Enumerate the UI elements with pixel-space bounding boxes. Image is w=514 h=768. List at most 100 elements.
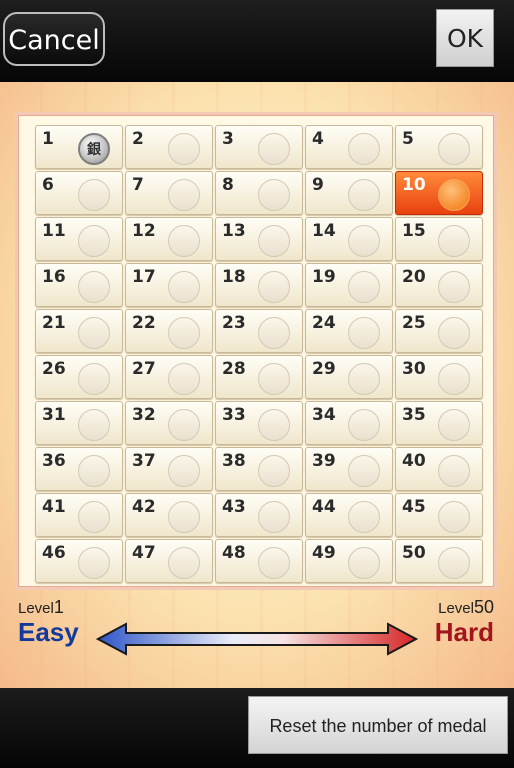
medal-slot-icon [168, 225, 200, 257]
cancel-button[interactable]: Cancel [3, 12, 105, 66]
level-button-17[interactable]: 17 [125, 263, 213, 307]
level-number: 32 [132, 405, 156, 425]
level-button-11[interactable]: 11 [35, 217, 123, 261]
level-button-15[interactable]: 15 [395, 217, 483, 261]
level-button-27[interactable]: 27 [125, 355, 213, 399]
level-number: 45 [402, 497, 426, 517]
level-button-43[interactable]: 43 [215, 493, 303, 537]
medal-slot-icon [438, 133, 470, 165]
medal-slot-icon [258, 547, 290, 579]
level-board: 1 銀 2 3 4 5 6 7 8 9 10 11 12 13 14 15 16 17 18 19 20 21 22 23 24… [15, 112, 497, 590]
medal-slot-icon [348, 317, 380, 349]
level-number: 29 [312, 359, 336, 379]
level-button-36[interactable]: 36 [35, 447, 123, 491]
medal-slot-icon [348, 455, 380, 487]
level-button-12[interactable]: 12 [125, 217, 213, 261]
medal-slot-icon [168, 363, 200, 395]
level-number: 42 [132, 497, 156, 517]
medal-slot-icon [78, 363, 110, 395]
hard-legend: Level50 Hard [435, 598, 494, 646]
level-button-24[interactable]: 24 [305, 309, 393, 353]
hard-label: Hard [434, 617, 494, 647]
level-number: 22 [132, 313, 156, 333]
level-button-46[interactable]: 46 [35, 539, 123, 583]
level-button-38[interactable]: 38 [215, 447, 303, 491]
level-button-39[interactable]: 39 [305, 447, 393, 491]
level-button-30[interactable]: 30 [395, 355, 483, 399]
bottom-bar: Reset the number of medal [0, 688, 514, 768]
reset-medals-button[interactable]: Reset the number of medal [248, 696, 508, 754]
level-button-20[interactable]: 20 [395, 263, 483, 307]
level-button-37[interactable]: 37 [125, 447, 213, 491]
level-button-32[interactable]: 32 [125, 401, 213, 445]
level-min-label: Level [18, 600, 54, 617]
level-select-panel: 1 銀 2 3 4 5 6 7 8 9 10 11 12 13 14 15 16 17 18 19 20 21 22 23 24… [0, 82, 514, 688]
level-button-28[interactable]: 28 [215, 355, 303, 399]
level-button-40[interactable]: 40 [395, 447, 483, 491]
medal-slot-icon [348, 271, 380, 303]
level-button-7[interactable]: 7 [125, 171, 213, 215]
level-button-31[interactable]: 31 [35, 401, 123, 445]
medal-slot-icon [438, 547, 470, 579]
level-button-49[interactable]: 49 [305, 539, 393, 583]
medal-slot-icon [168, 501, 200, 533]
medal-slot-icon [258, 317, 290, 349]
medal-slot-icon [258, 133, 290, 165]
level-button-33[interactable]: 33 [215, 401, 303, 445]
level-button-9[interactable]: 9 [305, 171, 393, 215]
level-button-26[interactable]: 26 [35, 355, 123, 399]
level-button-34[interactable]: 34 [305, 401, 393, 445]
level-number: 44 [312, 497, 336, 517]
easy-label: Easy [18, 617, 79, 647]
medal-slot-icon [168, 455, 200, 487]
level-button-50[interactable]: 50 [395, 539, 483, 583]
level-number: 4 [312, 129, 324, 149]
medal-slot-icon [438, 179, 470, 211]
level-button-47[interactable]: 47 [125, 539, 213, 583]
level-number: 17 [132, 267, 156, 287]
level-number: 47 [132, 543, 156, 563]
silver-medal-icon: 銀 [78, 133, 110, 165]
level-button-41[interactable]: 41 [35, 493, 123, 537]
level-button-18[interactable]: 18 [215, 263, 303, 307]
level-button-44[interactable]: 44 [305, 493, 393, 537]
medal-slot-icon [168, 179, 200, 211]
medal-slot-icon [438, 363, 470, 395]
level-number: 18 [222, 267, 246, 287]
level-button-1[interactable]: 1銀 [35, 125, 123, 169]
level-button-8[interactable]: 8 [215, 171, 303, 215]
medal-slot-icon [168, 547, 200, 579]
level-button-2[interactable]: 2 [125, 125, 213, 169]
level-number: 21 [42, 313, 66, 333]
level-button-14[interactable]: 14 [305, 217, 393, 261]
level-button-3[interactable]: 3 [215, 125, 303, 169]
level-button-6[interactable]: 6 [35, 171, 123, 215]
medal-slot-icon [258, 455, 290, 487]
medal-slot-icon [348, 501, 380, 533]
medal-slot-icon [438, 225, 470, 257]
level-button-29[interactable]: 29 [305, 355, 393, 399]
level-button-10[interactable]: 10 [395, 171, 483, 215]
level-button-22[interactable]: 22 [125, 309, 213, 353]
level-button-21[interactable]: 21 [35, 309, 123, 353]
level-number: 48 [222, 543, 246, 563]
ok-button[interactable]: OK [436, 9, 494, 67]
level-button-23[interactable]: 23 [215, 309, 303, 353]
level-button-5[interactable]: 5 [395, 125, 483, 169]
level-button-45[interactable]: 45 [395, 493, 483, 537]
level-button-25[interactable]: 25 [395, 309, 483, 353]
level-button-4[interactable]: 4 [305, 125, 393, 169]
medal-slot-icon [348, 133, 380, 165]
level-number: 10 [402, 175, 426, 195]
medal-slot-icon [348, 363, 380, 395]
medal-slot-icon [348, 179, 380, 211]
level-button-42[interactable]: 42 [125, 493, 213, 537]
medal-slot-icon [438, 501, 470, 533]
level-button-13[interactable]: 13 [215, 217, 303, 261]
difficulty-arrow-icon [96, 622, 418, 656]
level-button-16[interactable]: 16 [35, 263, 123, 307]
level-button-48[interactable]: 48 [215, 539, 303, 583]
level-button-19[interactable]: 19 [305, 263, 393, 307]
level-grid: 1 銀 2 3 4 5 6 7 8 9 10 11 12 13 14 15 16 17 18 19 20 21 22 23 24… [35, 125, 483, 583]
level-button-35[interactable]: 35 [395, 401, 483, 445]
